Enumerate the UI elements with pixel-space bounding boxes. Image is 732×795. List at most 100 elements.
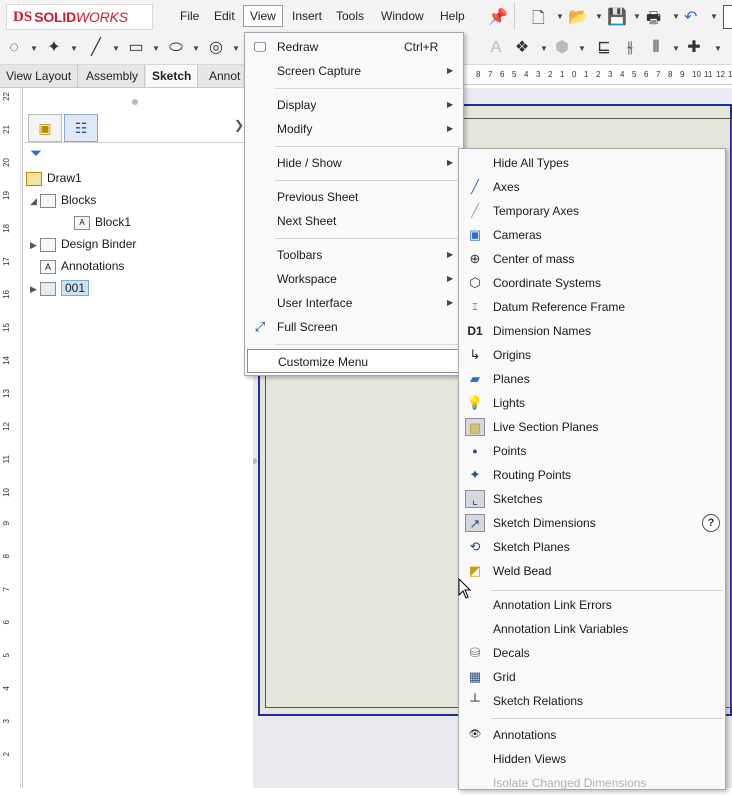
pin-icon[interactable]: 📌 [488,7,508,27]
select-icon[interactable] [723,5,732,29]
line-icon[interactable]: ╱ [86,38,106,58]
menu-item-workspace[interactable]: Workspace ▶ [245,267,463,291]
tree-item-design-binder[interactable]: ▶ Design Binder [30,234,136,254]
collapsed-arrow-icon[interactable]: ▶ [30,279,40,299]
tree-item-blocks[interactable]: ◢ Blocks [30,190,96,210]
menu-item-sketch-relations[interactable]: ┴ Sketch Relations [459,689,725,713]
menu-item-previous-sheet[interactable]: Previous Sheet [245,185,463,209]
menu-item-weld-bead[interactable]: ◩ Weld Bead [459,559,725,583]
smart-dimension-icon[interactable]: ◌ [4,38,24,58]
tab-sketch[interactable]: Sketch [146,65,199,87]
tree-item-sheet-001[interactable]: ▶ 001 [30,278,90,299]
menu-item-cameras[interactable]: ▣ Cameras [459,223,725,247]
menu-item-points[interactable]: ● Points [459,439,725,463]
menu-insert[interactable]: Insert [292,7,322,25]
mirror-icon[interactable]: ⫳ [620,38,640,58]
menu-item-planes[interactable]: ▰ Planes [459,367,725,391]
move-entities-icon[interactable]: ✚ [684,38,704,58]
menu-view[interactable]: View [243,5,283,27]
menu-item-user-interface[interactable]: User Interface ▶ [245,291,463,315]
expanded-arrow-icon[interactable]: ◢ [30,191,40,211]
menu-item-lights[interactable]: 💡 Lights [459,391,725,415]
chevron-down-icon[interactable]: ▼ [710,12,718,21]
menu-item-datum-reference-frame[interactable]: ⌶ Datum Reference Frame [459,295,725,319]
menu-item-temporary-axes[interactable]: ╱ Temporary Axes [459,199,725,223]
menu-tools[interactable]: Tools [336,7,364,25]
chevron-down-icon[interactable]: ▼ [192,44,200,53]
menu-item-sketches[interactable]: ⌞ Sketches [459,487,725,511]
filter-icon[interactable]: ⏷ [30,145,42,162]
open-folder-icon[interactable]: 📂 [568,7,588,27]
chevron-down-icon[interactable]: ▼ [578,44,586,53]
property-manager-tab-icon[interactable]: ☷ [64,114,98,142]
chevron-down-icon[interactable]: ▼ [633,12,641,21]
chevron-down-icon[interactable]: ▼ [556,12,564,21]
chevron-down-icon[interactable]: ▼ [672,44,680,53]
menu-item-decals[interactable]: ⛁ Decals [459,641,725,665]
menu-item-routing-points[interactable]: ✦ Routing Points [459,463,725,487]
menu-item-annotations[interactable]: 👁 Annotations [459,723,725,747]
annotations-visibility-icon: 👁 [468,729,482,740]
menu-window[interactable]: Window [381,7,424,25]
offset-icon[interactable]: ⫴ [646,38,666,58]
pattern-icon[interactable]: ❖ [512,38,532,58]
undo-icon[interactable]: ↶ [684,7,697,27]
convert-entities-icon[interactable]: ⊑ [594,38,614,58]
menu-item-display[interactable]: Display ▶ [245,93,463,117]
chevron-down-icon[interactable]: ▼ [30,44,38,53]
menu-edit[interactable]: Edit [214,7,235,25]
tree-item-annotations[interactable]: A Annotations [40,256,124,276]
slot-icon[interactable]: ⬭ [166,38,186,58]
tree-item-block1[interactable]: A Block1 [74,212,131,232]
save-icon[interactable]: 💾 [607,7,627,27]
solidworks-logo[interactable]: DS SOLIDWORKS [6,4,153,30]
menu-item-coordinate-systems[interactable]: ⬡ Coordinate Systems [459,271,725,295]
chevron-down-icon[interactable]: ▼ [540,44,548,53]
menu-item-hide-all-types[interactable]: Hide All Types [459,151,725,175]
menu-item-sketch-dimensions[interactable]: ↗ Sketch Dimensions [459,511,725,535]
menu-item-hidden-views[interactable]: Hidden Views [459,747,725,771]
menu-item-live-section-planes[interactable]: ▧ Live Section Planes [459,415,725,439]
menu-item-origins[interactable]: ↳ Origins [459,343,725,367]
tab-assembly[interactable]: Assembly [80,65,146,87]
chevron-down-icon[interactable]: ▼ [232,44,240,53]
chevron-down-icon[interactable]: ▼ [152,44,160,53]
print-icon[interactable]: 🖶 [646,7,661,34]
rectangle-icon[interactable]: ▭ [126,38,146,58]
menu-item-center-of-mass[interactable]: ⊕ Center of mass [459,247,725,271]
tab-view-layout[interactable]: View Layout [0,65,79,87]
menu-item-grid[interactable]: ▦ Grid [459,665,725,689]
menu-item-annotation-link-variables[interactable]: Annotation Link Variables [459,617,725,641]
collapsed-arrow-icon[interactable]: ▶ [30,235,40,255]
tab-annotation[interactable]: Annot [203,65,246,87]
menu-item-next-sheet[interactable]: Next Sheet [245,209,463,233]
menu-item-modify[interactable]: Modify ▶ [245,117,463,141]
new-document-icon[interactable]: 🗋 [532,7,545,34]
text-icon[interactable]: A [486,38,506,58]
chevron-down-icon[interactable]: ▼ [714,44,722,53]
menu-item-toolbars[interactable]: Toolbars ▶ [245,243,463,267]
display-style-icon[interactable]: ⬢ [552,38,572,58]
panel-grip[interactable] [132,99,138,105]
chevron-down-icon[interactable]: ▼ [595,12,603,21]
menu-item-hide-show[interactable]: Hide / Show ▶ [245,151,463,175]
feature-manager-tab-icon[interactable]: ▣ [28,114,62,142]
menu-item-sketch-planes[interactable]: ⟲ Sketch Planes [459,535,725,559]
chevron-right-icon[interactable]: ❯ [234,118,244,132]
tree-root[interactable]: Draw1 [26,168,82,188]
help-icon[interactable]: ? [702,514,720,532]
menu-item-redraw[interactable]: 🖵 Redraw Ctrl+R [245,35,463,59]
menu-item-dimension-names[interactable]: D1 Dimension Names [459,319,725,343]
circle-icon[interactable]: ◎ [206,38,226,58]
menu-item-customize-menu[interactable]: Customize Menu [247,349,459,373]
chevron-down-icon[interactable]: ▼ [672,12,680,21]
menu-item-full-screen[interactable]: ⤢ Full Screen [245,315,463,339]
chevron-down-icon[interactable]: ▼ [70,44,78,53]
menu-item-annotation-link-errors[interactable]: Annotation Link Errors [459,593,725,617]
menu-file[interactable]: File [180,7,199,25]
chevron-down-icon[interactable]: ▼ [112,44,120,53]
sketch-tool-icon[interactable]: ✦ [44,38,64,58]
menu-help[interactable]: Help [440,7,465,25]
menu-item-screen-capture[interactable]: Screen Capture ▶ [245,59,463,83]
menu-item-axes[interactable]: ╱ Axes [459,175,725,199]
